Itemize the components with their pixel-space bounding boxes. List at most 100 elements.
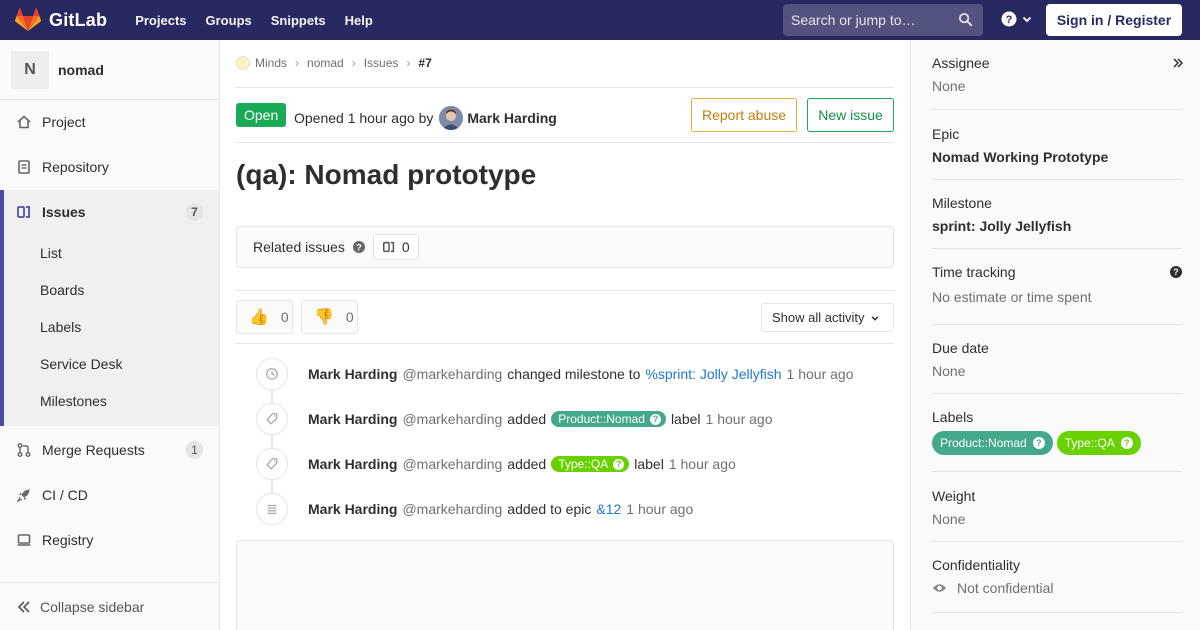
label-type-qa[interactable]: Type::QA ?	[551, 456, 630, 472]
sidebar-subitem-service-desk[interactable]: Service Desk	[40, 356, 122, 372]
project-name: nomad	[58, 61, 104, 78]
issue-meta: Opened 1 hour ago by Mark Harding	[294, 106, 557, 130]
nav-link-help[interactable]: Help	[345, 13, 373, 28]
note-author[interactable]: Mark Harding	[308, 456, 397, 472]
label-product-nomad[interactable]: Product::Nomad ?	[551, 411, 666, 427]
question-circle-icon: ?	[1032, 437, 1045, 449]
question-circle-icon[interactable]: ?	[1170, 266, 1182, 278]
time-tracking-block[interactable]: Time tracking ? No estimate or time spen…	[932, 264, 1182, 325]
new-issue-button[interactable]: New issue	[807, 98, 894, 132]
merge-requests-count-badge: 1	[186, 441, 203, 459]
activity-filter-label: Show all activity	[772, 310, 865, 325]
labels-list: Product::Nomad ? Type::QA ?	[932, 431, 1182, 455]
breadcrumb-separator-icon: ›	[351, 56, 356, 70]
sidebar-item-repository[interactable]: Repository	[0, 147, 219, 187]
note-time: 1 hour ago	[626, 501, 694, 517]
question-circle-icon: ?	[613, 458, 625, 470]
collapse-sidebar-button[interactable]: Collapse sidebar	[0, 582, 219, 630]
epic-block[interactable]: Epic Nomad Working Prototype	[932, 126, 1182, 180]
sidebar-subitem-boards[interactable]: Boards	[40, 282, 84, 298]
gitlab-logo-link[interactable]: GitLab	[15, 0, 107, 40]
epic-link[interactable]: &12	[596, 501, 621, 517]
sidebar-subitem-labels[interactable]: Labels	[40, 319, 81, 335]
breadcrumb-project[interactable]: nomad	[307, 56, 344, 70]
breadcrumb-group[interactable]: Minds	[255, 56, 287, 70]
brand-name: GitLab	[49, 9, 108, 30]
sidebar-item-merge-requests[interactable]: Merge Requests 1	[0, 430, 219, 470]
label-product-nomad[interactable]: Product::Nomad ?	[932, 431, 1053, 455]
sidebar-item-issues[interactable]: Issues 7	[0, 192, 219, 232]
sidebar-subitem-list[interactable]: List	[40, 245, 62, 261]
assignee-block[interactable]: Assignee None	[932, 55, 1182, 110]
left-sidebar: N nomad Project Repository Issues 7 List…	[0, 40, 220, 630]
weight-title: Weight	[932, 488, 976, 504]
sidebar-item-label: Merge Requests	[42, 442, 145, 458]
question-circle-icon[interactable]: ?	[352, 241, 365, 253]
sidebar-subitem-milestones[interactable]: Milestones	[40, 393, 107, 409]
search-icon	[958, 12, 973, 27]
search-input[interactable]: Search or jump to…	[783, 4, 983, 36]
label-type-qa[interactable]: Type::QA ?	[1056, 431, 1141, 455]
time-tracking-title: Time tracking	[932, 264, 1016, 280]
confidentiality-block[interactable]: Confidentiality Not confidential	[932, 557, 1182, 613]
note-handle[interactable]: @markeharding	[402, 456, 502, 472]
note-action-suffix: label	[670, 411, 701, 427]
nav-link-groups[interactable]: Groups	[206, 13, 252, 28]
epic-value[interactable]: Nomad Working Prototype	[932, 149, 1182, 165]
sidebar-item-registry[interactable]: Registry	[0, 520, 219, 560]
milestone-block[interactable]: Milestone sprint: Jolly Jellyfish	[932, 195, 1182, 249]
author-name-link[interactable]: Mark Harding	[467, 110, 556, 126]
activity-filter-dropdown[interactable]: Show all activity	[761, 303, 894, 332]
milestone-link[interactable]: %sprint: Jolly Jellyfish	[645, 366, 781, 382]
sidebar-item-ci-cd[interactable]: CI / CD	[0, 475, 219, 515]
related-count-value: 0	[401, 239, 410, 255]
sidebar-item-project[interactable]: Project	[0, 102, 219, 142]
issuable-sidebar: Assignee None Epic Nomad Working Prototy…	[910, 40, 1200, 630]
nav-link-snippets[interactable]: Snippets	[271, 13, 326, 28]
opened-time: 1 hour ago	[347, 110, 415, 126]
related-issues-count[interactable]: 0	[372, 234, 419, 260]
nav-link-projects[interactable]: Projects	[135, 13, 186, 28]
note-handle[interactable]: @markeharding	[402, 366, 502, 382]
label-text: Type::QA	[1064, 436, 1115, 450]
top-navbar: GitLab Projects Groups Snippets Help Sea…	[0, 0, 1200, 40]
note-handle[interactable]: @markeharding	[402, 411, 502, 427]
system-note: Mark Harding @markeharding changed miles…	[256, 358, 853, 390]
note-author[interactable]: Mark Harding	[308, 411, 397, 427]
status-badge: Open	[236, 103, 287, 127]
note-time: 1 hour ago	[786, 366, 854, 382]
label-text: Product::Nomad	[940, 436, 1027, 450]
question-circle-icon: ?	[1120, 437, 1133, 449]
note-author[interactable]: Mark Harding	[308, 501, 397, 517]
thumbs-up-award-button[interactable]: 👍 0	[236, 300, 293, 334]
tag-icon	[256, 448, 288, 480]
due-date-block[interactable]: Due date None	[932, 340, 1182, 394]
confidentiality-title: Confidentiality	[932, 557, 1020, 573]
assignee-title: Assignee	[932, 55, 990, 71]
help-dropdown[interactable]: ?	[1001, 11, 1033, 27]
label-text: Product::Nomad	[558, 412, 645, 426]
thumbs-down-award-button[interactable]: 👎 0	[301, 300, 358, 334]
note-handle[interactable]: @markeharding	[402, 501, 502, 517]
breadcrumb-separator-icon: ›	[295, 56, 300, 70]
note-author[interactable]: Mark Harding	[308, 366, 397, 382]
note-action: added	[507, 411, 547, 427]
labels-block[interactable]: Labels Product::Nomad ? Type::QA ?	[932, 409, 1182, 472]
breadcrumb-separator-icon: ›	[406, 56, 411, 70]
sign-in-button[interactable]: Sign in / Register	[1046, 4, 1182, 36]
sidebar-item-label: CI / CD	[42, 487, 88, 503]
report-abuse-button[interactable]: Report abuse	[691, 98, 797, 132]
divider	[236, 343, 894, 344]
breadcrumb-current[interactable]: #7	[418, 56, 431, 70]
registry-icon	[16, 532, 32, 548]
comment-area[interactable]	[236, 540, 894, 630]
note-time: 1 hour ago	[668, 456, 736, 472]
milestone-value[interactable]: sprint: Jolly Jellyfish	[932, 218, 1182, 234]
project-header[interactable]: N nomad	[0, 40, 219, 100]
weight-block[interactable]: Weight None	[932, 488, 1182, 542]
breadcrumb-issues[interactable]: Issues	[364, 56, 399, 70]
divider	[236, 87, 894, 88]
chevron-down-icon	[872, 315, 879, 321]
question-circle-icon: ?	[649, 413, 661, 425]
author-avatar[interactable]	[439, 106, 464, 130]
